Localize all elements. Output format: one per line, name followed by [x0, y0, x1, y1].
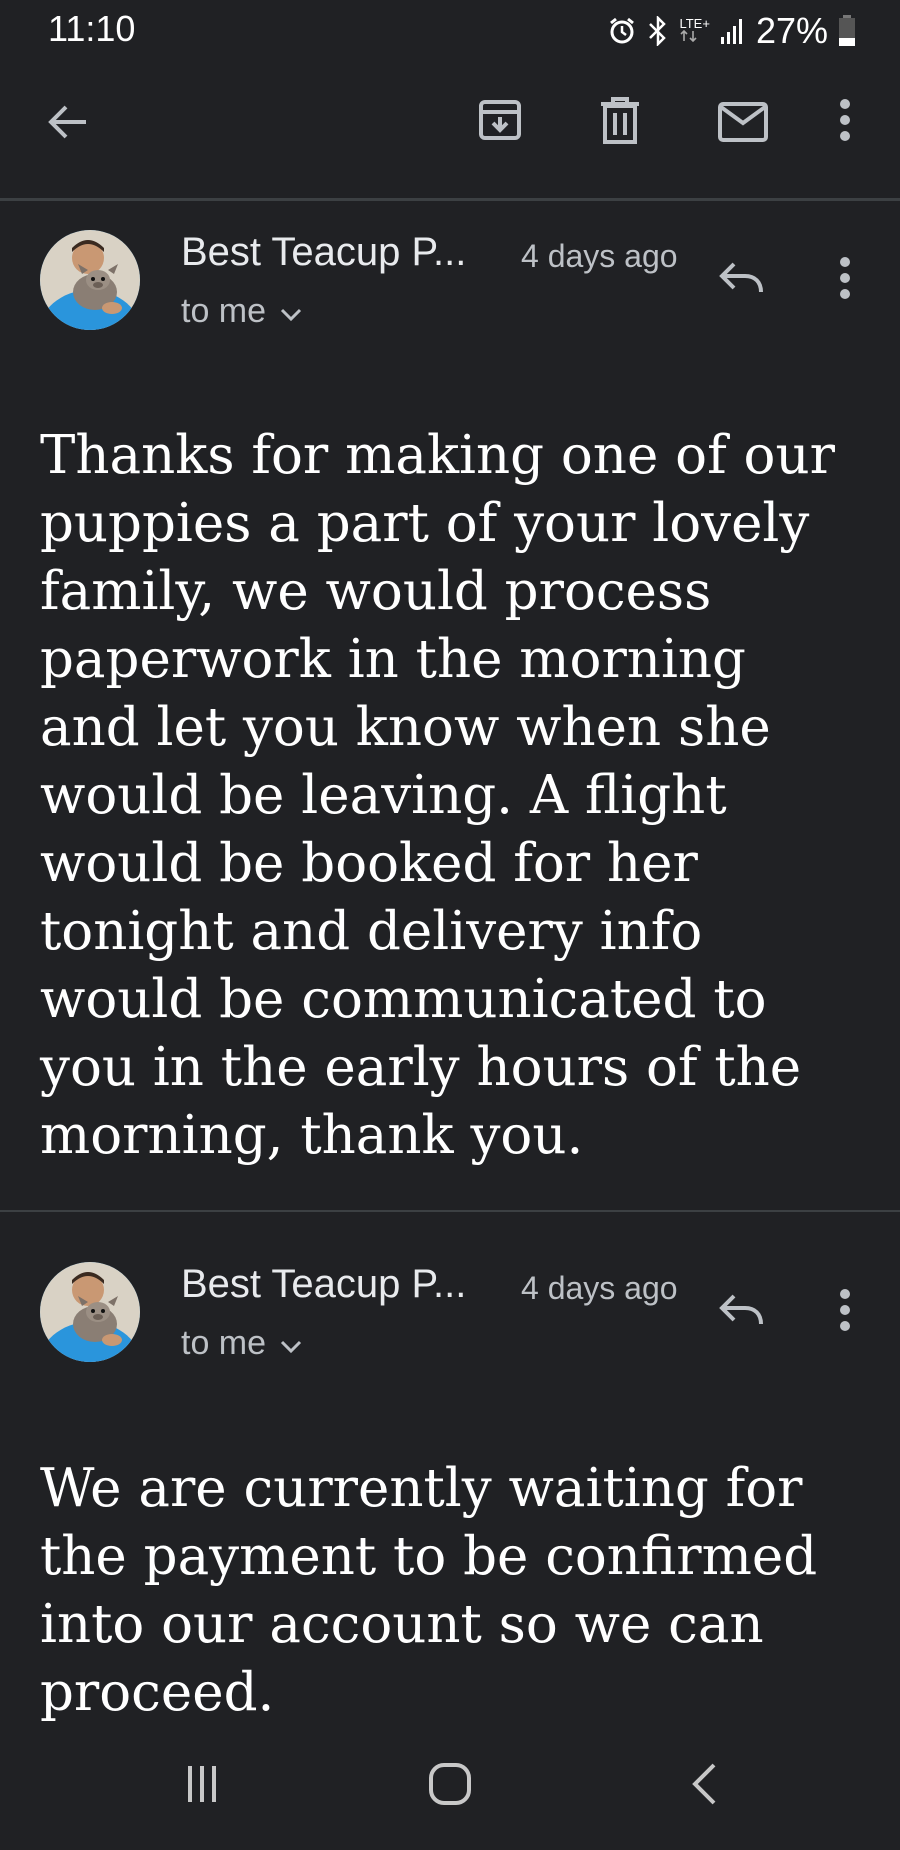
message-header[interactable]: Best Teacup P... 4 days ago to me: [0, 1232, 900, 1362]
archive-icon: [476, 96, 524, 149]
chevron-left-icon: [690, 1762, 718, 1811]
network-indicator: LTE+: [679, 15, 710, 42]
alarm-icon: [607, 16, 637, 46]
battery-icon: [838, 15, 856, 47]
mail-icon: [717, 101, 769, 148]
message-more-button[interactable]: [820, 1282, 870, 1342]
sender-avatar: [40, 230, 140, 330]
message-time: 4 days ago: [521, 1270, 678, 1306]
message-body: We are currently waiting for the payment…: [40, 1458, 818, 1723]
reply-icon: [719, 1293, 765, 1332]
delete-button[interactable]: [588, 90, 652, 154]
arrow-back-icon: [46, 100, 90, 149]
recent-apps-icon: [182, 1764, 222, 1809]
recipient-details-toggle[interactable]: to me: [181, 1324, 302, 1363]
trash-icon: [598, 95, 642, 150]
network-type-label: LTE+: [679, 15, 710, 31]
recipient-details-toggle[interactable]: to me: [181, 292, 302, 331]
sender-name: Best Teacup P...: [181, 1262, 467, 1306]
status-bar: 11:10 LTE+ 27%: [0, 0, 900, 60]
reply-button[interactable]: [710, 250, 774, 310]
reply-button[interactable]: [710, 1282, 774, 1342]
message-time: 4 days ago: [521, 238, 678, 274]
more-vert-icon: [839, 1288, 851, 1337]
more-vert-icon: [839, 98, 851, 147]
archive-button[interactable]: [468, 90, 532, 154]
system-nav-bar: [0, 1732, 900, 1850]
chevron-down-icon: [280, 1324, 302, 1363]
mark-unread-button[interactable]: [708, 92, 778, 156]
back-nav-button[interactable]: [672, 1754, 736, 1818]
bluetooth-icon: [647, 16, 669, 46]
message-more-button[interactable]: [820, 250, 870, 310]
status-time: 11:10: [48, 8, 136, 49]
sender-avatar: [40, 1262, 140, 1362]
app-bar: [0, 70, 900, 190]
recipient-label: to me: [181, 292, 267, 330]
home-icon: [427, 1761, 473, 1812]
battery-percent: 27%: [755, 10, 828, 51]
message-header[interactable]: Best Teacup P... 4 days ago to me: [0, 200, 900, 330]
home-button[interactable]: [418, 1754, 482, 1818]
sender-name: Best Teacup P...: [181, 230, 467, 274]
more-options-button[interactable]: [820, 90, 870, 154]
reply-icon: [719, 261, 765, 300]
chevron-down-icon: [280, 292, 302, 331]
more-vert-icon: [839, 256, 851, 305]
gmail-thread-screen: 11:10 LTE+ 27% Best Teacup P... 4 days a…: [0, 0, 900, 1850]
back-button[interactable]: [36, 92, 100, 156]
status-icons: LTE+ 27%: [607, 10, 856, 52]
recipient-label: to me: [181, 1324, 267, 1362]
recent-apps-button[interactable]: [170, 1754, 234, 1818]
message-divider: [0, 1210, 900, 1212]
signal-icon: [720, 17, 746, 45]
message-body: Thanks for making one of our puppies a p…: [40, 425, 835, 1166]
